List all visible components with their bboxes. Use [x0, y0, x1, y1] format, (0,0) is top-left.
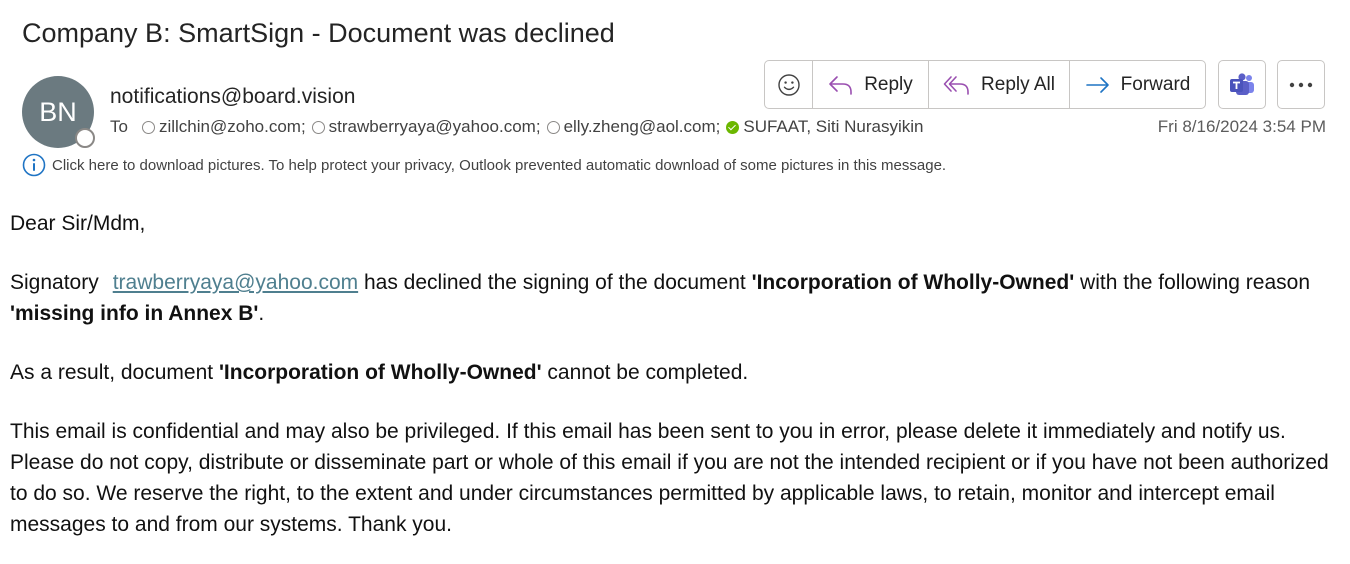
teams-button[interactable] — [1218, 60, 1266, 109]
reply-all-label: Reply All — [981, 73, 1055, 95]
body-text: . — [258, 302, 265, 325]
presence-offline-icon — [311, 120, 325, 134]
presence-offline-icon — [141, 120, 155, 134]
sent-date: Fri 8/16/2024 3:54 PM — [1157, 117, 1326, 136]
presence-status-icon — [75, 128, 95, 148]
recipient-item[interactable]: zillchin@zoho.com; — [141, 117, 306, 137]
sender-email[interactable]: notifications@board.vision — [110, 85, 355, 109]
download-pictures-infobar[interactable]: Click here to download pictures. To help… — [22, 153, 946, 177]
more-dots-icon — [1289, 82, 1313, 87]
confidentiality-notice: This email is confidential and may also … — [10, 420, 1329, 536]
decline-reason: 'missing info in Annex B' — [10, 302, 259, 325]
body-text: cannot be completed. — [541, 361, 749, 384]
infobar-text: Click here to download pictures. To help… — [52, 156, 947, 174]
to-label: To — [110, 117, 128, 136]
document-name: 'Incorporation of Wholly-Owned' — [751, 271, 1075, 294]
body-text: with the following reason — [1074, 271, 1311, 294]
decline-paragraph: Signatory trawberryaya@yahoo.com has decl… — [10, 267, 1335, 329]
teams-icon — [1230, 72, 1254, 95]
reply-all-button[interactable]: Reply All — [929, 61, 1070, 108]
reply-arrow-icon — [829, 75, 853, 95]
presence-available-icon — [726, 120, 740, 134]
smiley-icon — [777, 73, 800, 96]
signatory-label: Signatory — [10, 271, 99, 294]
body-text: has declined the signing of the document — [358, 271, 752, 294]
recipient-item[interactable]: strawberryaya@yahoo.com; — [311, 117, 541, 137]
signatory-link[interactable]: trawberryaya@yahoo.com — [113, 271, 358, 294]
reaction-button[interactable] — [765, 61, 813, 108]
reply-label: Reply — [864, 73, 913, 95]
email-subject: Company B: SmartSign - Document was decl… — [22, 18, 615, 48]
recipients-row: To zillchin@zoho.com; strawberryaya@yaho… — [110, 117, 930, 137]
forward-arrow-icon — [1085, 76, 1109, 93]
body-text: As a result, document — [10, 361, 219, 384]
recipient-name: elly.zheng@aol.com; — [563, 117, 721, 136]
presence-offline-icon — [546, 120, 560, 134]
recipient-item[interactable]: elly.zheng@aol.com; — [546, 117, 721, 137]
reply-all-arrow-icon — [943, 75, 969, 95]
recipient-name: SUFAAT, Siti Nurasyikin — [743, 117, 924, 136]
forward-button[interactable]: Forward — [1070, 61, 1205, 108]
recipient-name: strawberryaya@yahoo.com; — [328, 117, 541, 136]
email-body: Dear Sir/Mdm, Signatory trawberryaya@yaho… — [10, 208, 1335, 564]
document-name: 'Incorporation of Wholly-Owned' — [218, 361, 542, 384]
recipient-item[interactable]: SUFAAT, Siti Nurasyikin — [726, 117, 924, 137]
message-actions-toolbar: Reply Reply All Forward — [764, 60, 1206, 109]
more-options-button[interactable] — [1277, 60, 1325, 109]
greeting: Dear Sir/Mdm, — [10, 212, 146, 235]
info-icon — [22, 153, 46, 177]
recipient-name: zillchin@zoho.com; — [158, 117, 306, 136]
avatar-initials: BN — [39, 96, 77, 127]
forward-label: Forward — [1120, 73, 1191, 95]
result-paragraph: As a result, document 'Incorporation of … — [10, 357, 1335, 388]
reply-button[interactable]: Reply — [813, 61, 929, 108]
